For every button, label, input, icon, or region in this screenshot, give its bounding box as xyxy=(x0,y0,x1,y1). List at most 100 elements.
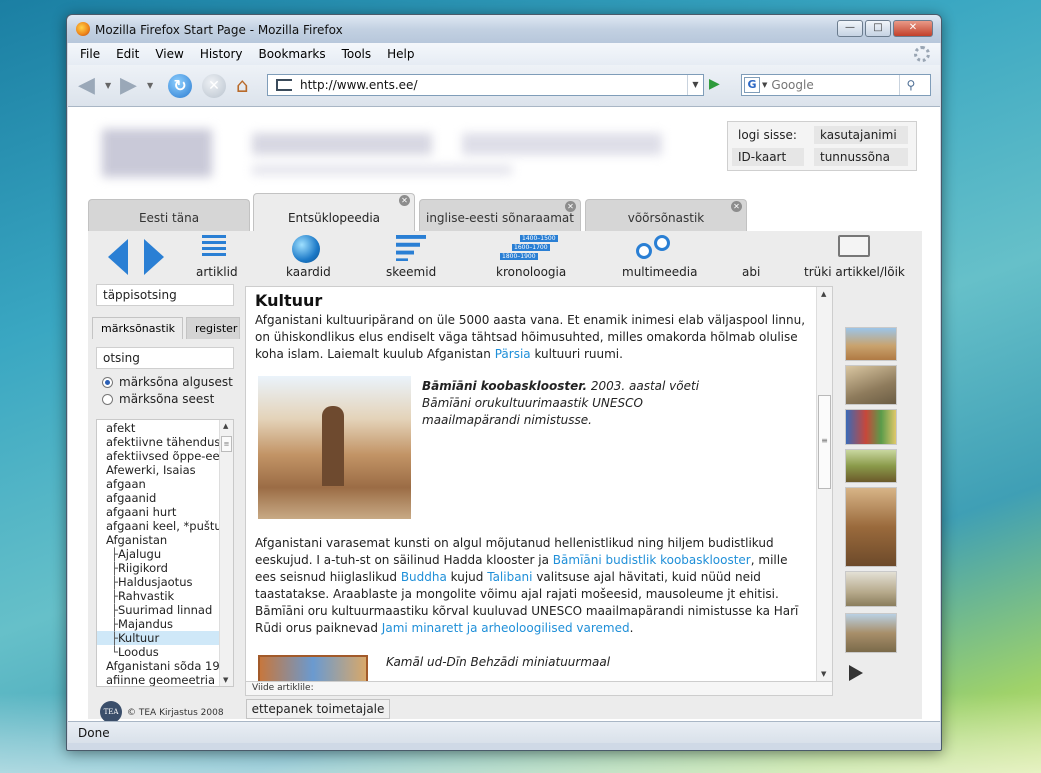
menu-tools[interactable]: Tools xyxy=(342,47,372,61)
keyword-list[interactable]: afekt afektiivne tähendus afektiivsed õppe… xyxy=(96,419,234,687)
scroll-thumb[interactable]: ≡ xyxy=(221,436,232,452)
reload-button[interactable]: ↻ xyxy=(168,74,192,98)
keyword-list-item[interactable]: ├Kultuur xyxy=(97,631,233,645)
suggest-to-editor-button[interactable]: ettepanek toimetajale xyxy=(246,699,390,719)
keyword-list-item[interactable]: afgaan xyxy=(97,477,233,491)
back-button[interactable]: ◀ xyxy=(78,75,95,97)
keyword-list-item[interactable]: ├Rahvastik xyxy=(97,589,233,603)
close-tab-icon[interactable]: ✕ xyxy=(399,195,410,206)
print-button[interactable]: trüki artikkel/lõik xyxy=(804,265,905,279)
multimedia-icon[interactable] xyxy=(636,235,680,261)
keyword-list-item[interactable]: afektiivsed õppe-eesmärgid xyxy=(97,449,233,463)
play-icon[interactable] xyxy=(849,665,863,681)
keyword-list-item[interactable]: └Loodus xyxy=(97,645,233,659)
tab-register[interactable]: register xyxy=(186,317,240,339)
articles-icon[interactable] xyxy=(202,235,226,259)
username-field[interactable]: kasutajanimi xyxy=(814,126,908,144)
keyword-list-item[interactable]: Afganistani sõda 1979 xyxy=(97,659,233,673)
link-buddha[interactable]: Buddha xyxy=(401,570,447,584)
tab-entsuklopeedia[interactable]: Entsüklopeedia ✕ xyxy=(253,193,415,231)
minimize-button[interactable]: — xyxy=(837,20,863,37)
thumbnail-image[interactable] xyxy=(845,365,897,405)
menu-help[interactable]: Help xyxy=(387,47,414,61)
keyword-list-item[interactable]: ├Suurimad linnad xyxy=(97,603,233,617)
keyword-list-item[interactable]: afgaani keel, *puštu xyxy=(97,519,233,533)
menu-file[interactable]: File xyxy=(80,47,100,61)
keyword-list-item[interactable]: Afewerki, Isaias xyxy=(97,463,233,477)
keyword-list-item[interactable]: afgaani hurt xyxy=(97,505,233,519)
thumbnail-image[interactable] xyxy=(845,327,897,361)
keyword-list-item[interactable]: afekt xyxy=(97,421,233,435)
scroll-thumb[interactable]: ≡ xyxy=(818,395,831,489)
scroll-down-icon[interactable]: ▼ xyxy=(821,670,826,678)
menu-history[interactable]: History xyxy=(200,47,243,61)
keyword-list-item[interactable]: Afganistan xyxy=(97,533,233,547)
tab-inglise-eesti[interactable]: inglise-eesti sõnaraamat ✕ xyxy=(419,199,581,231)
article-scrollbar[interactable]: ▲ ≡ ▼ xyxy=(816,287,832,681)
miniature-photo[interactable] xyxy=(258,655,368,681)
keyword-search-input[interactable]: otsing xyxy=(96,347,234,369)
stop-button[interactable]: ✕ xyxy=(202,74,226,98)
scroll-up-icon[interactable]: ▲ xyxy=(821,290,826,298)
previous-arrow-icon[interactable] xyxy=(108,239,128,275)
tab-voorsonastik[interactable]: võõrsõnastik ✕ xyxy=(585,199,747,231)
close-tab-icon[interactable]: ✕ xyxy=(731,201,742,212)
thumbnail-image[interactable] xyxy=(845,487,897,567)
tab-keywords[interactable]: märksõnastik xyxy=(92,317,183,339)
thumbnail-image[interactable] xyxy=(845,449,897,483)
keyword-list-item[interactable]: ├Riigikord xyxy=(97,561,233,575)
search-icon[interactable]: ⚲ xyxy=(899,75,921,95)
multimedia-button[interactable]: multimeedia xyxy=(622,265,697,279)
help-button[interactable]: abi xyxy=(742,265,760,279)
thumbnail-image[interactable] xyxy=(845,613,897,653)
url-dropdown-button[interactable]: ▼ xyxy=(687,75,703,95)
go-button[interactable]: ▶ xyxy=(709,76,727,94)
back-history-dropdown[interactable]: ▼ xyxy=(105,81,111,90)
menu-bookmarks[interactable]: Bookmarks xyxy=(259,47,326,61)
maximize-button[interactable]: □ xyxy=(865,20,891,37)
menu-edit[interactable]: Edit xyxy=(116,47,139,61)
engine-dropdown-icon[interactable]: ▼ xyxy=(762,81,767,89)
google-engine-icon[interactable]: G xyxy=(744,77,760,93)
print-icon[interactable] xyxy=(838,235,870,257)
bamiyan-photo[interactable] xyxy=(258,376,411,519)
link-talibani[interactable]: Talibani xyxy=(487,570,532,584)
keyword-list-item[interactable]: ├Majandus xyxy=(97,617,233,631)
home-button[interactable]: ⌂ xyxy=(236,73,249,97)
url-text[interactable]: http://www.ents.ee/ xyxy=(300,78,687,92)
tab-eesti-tana[interactable]: Eesti täna xyxy=(88,199,250,231)
title-bar[interactable]: Mozilla Firefox Start Page - Mozilla Fir… xyxy=(67,15,941,43)
search-bar[interactable]: G ▼ ⚲ xyxy=(741,74,931,96)
keyword-list-scrollbar[interactable]: ▲ ≡ ▼ xyxy=(219,420,233,686)
chronology-icon[interactable]: 1400–1500 1600–1700 1800–1900 xyxy=(500,235,570,263)
next-arrow-icon[interactable] xyxy=(144,239,164,275)
scroll-down-icon[interactable]: ▼ xyxy=(223,676,228,684)
globe-icon[interactable] xyxy=(292,235,320,263)
password-field[interactable]: tunnussõna xyxy=(814,148,908,166)
search-input[interactable] xyxy=(771,78,900,92)
radio-keyword-within[interactable]: märksõna seest xyxy=(102,392,214,406)
maps-button[interactable]: kaardid xyxy=(286,265,331,279)
schemes-icon[interactable] xyxy=(396,235,426,261)
radio-keyword-start[interactable]: märksõna algusest xyxy=(102,375,233,389)
schemes-button[interactable]: skeemid xyxy=(386,265,436,279)
thumbnail-image[interactable] xyxy=(845,571,897,607)
keyword-list-item[interactable]: afgaanid xyxy=(97,491,233,505)
keyword-list-item[interactable]: afiinne geomeetria xyxy=(97,673,233,686)
link-parsia[interactable]: Pärsia xyxy=(495,347,531,361)
close-button[interactable]: ✕ xyxy=(893,20,933,37)
keyword-list-item[interactable]: ├Ajalugu xyxy=(97,547,233,561)
idcard-button[interactable]: ID-kaart xyxy=(732,148,804,166)
link-bamiani-koobasklooster[interactable]: Bāmīāni budistlik koobasklooster xyxy=(553,553,751,567)
close-tab-icon[interactable]: ✕ xyxy=(565,201,576,212)
chronology-button[interactable]: kronoloogia xyxy=(496,265,566,279)
thumbnail-image[interactable] xyxy=(845,409,897,445)
articles-button[interactable]: artiklid xyxy=(196,265,238,279)
url-bar[interactable]: http://www.ents.ee/ ▼ xyxy=(267,74,704,96)
precise-search-button[interactable]: täppisotsing xyxy=(96,284,234,306)
forward-history-dropdown[interactable]: ▼ xyxy=(147,81,153,90)
scroll-up-icon[interactable]: ▲ xyxy=(223,422,228,430)
forward-button[interactable]: ▶ xyxy=(120,75,137,97)
keyword-list-item[interactable]: afektiivne tähendus xyxy=(97,435,233,449)
keyword-list-item[interactable]: ├Haldusjaotus xyxy=(97,575,233,589)
